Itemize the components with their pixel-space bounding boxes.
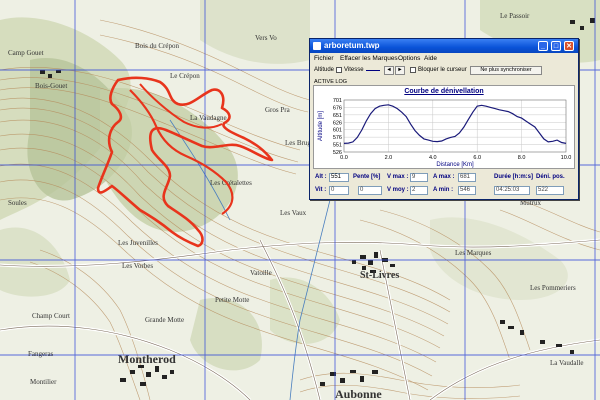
alt-label: Alt : (315, 174, 327, 180)
menu-aide[interactable]: Aide (424, 54, 437, 64)
x-tick-label: 4.0 (429, 155, 437, 161)
vit-value: 0 (329, 186, 349, 195)
amin-value: 546 (458, 186, 476, 195)
deniv-label: Déni. pos. (536, 174, 565, 180)
y-tick-label: 626 (333, 120, 342, 126)
menu-fichier[interactable]: Fichier (314, 54, 334, 64)
map-label: Le Passoir (500, 12, 530, 20)
map-label: Gros Pra (265, 106, 291, 114)
pente-label: Pente [%] (353, 174, 381, 180)
map-label: La Vaudalle (550, 359, 584, 367)
duree-label: Durée [h:m:s] (494, 174, 534, 180)
map-label: Vatoille (250, 269, 272, 277)
x-tick-label: 6.0 (473, 155, 481, 161)
maximize-button[interactable]: □ (551, 41, 561, 51)
bloquer-label: Bloquer le curseur (418, 67, 467, 73)
amax-label: A max : (433, 174, 455, 180)
amax-value: 681 (458, 173, 476, 182)
window-title: arboretum.twp (324, 41, 380, 50)
vmax-label: V max : (387, 174, 409, 180)
map-label: Vers Vo (255, 34, 277, 42)
x-tick-label: 0.0 (340, 155, 348, 161)
x-tick-label: 2.0 (385, 155, 393, 161)
map-label: Mutrux (520, 199, 542, 207)
map-label: Bois-Gouet (35, 82, 67, 90)
menu-options[interactable]: Options (398, 54, 420, 64)
vmoy-label: V moy : (387, 187, 409, 193)
map-label: Les Crétalettes (210, 179, 252, 187)
map-label: Le Crépon (170, 72, 200, 80)
y-tick-label: 701 (333, 98, 342, 104)
map-label: Camp Gouet (8, 49, 44, 57)
y-tick-label: 551 (333, 143, 342, 149)
deniv-value: 522 (536, 186, 564, 195)
elevation-chart[interactable]: 526551576601626651676701 0.0 2.0 4.0 6.0 8.0… (314, 86, 574, 168)
minimize-button[interactable]: _ (538, 41, 548, 51)
vitesse-label: Vitesse (344, 67, 364, 73)
pente-value: 0 (358, 186, 382, 195)
vitesse-checkbox[interactable] (336, 67, 342, 73)
prev-arrow-button[interactable]: ◄ (384, 66, 394, 75)
menu-effacer-marques[interactable]: Effacer les Marques (340, 54, 398, 64)
amin-label: A min : (433, 187, 454, 193)
map-label: Les Pommeriers (530, 284, 576, 292)
status-panel: Alt : 551 Pente [%] V max : 9 A max : 68… (313, 172, 575, 198)
y-tick-label: 651 (333, 113, 342, 119)
next-arrow-button[interactable]: ► (395, 66, 405, 75)
close-button[interactable]: ✕ (564, 41, 574, 51)
map-label: Montilier (30, 378, 57, 386)
line-style-swatch[interactable] (366, 70, 380, 71)
altitude-label: Altitude (314, 67, 335, 73)
alt-value: 551 (329, 173, 349, 182)
map-label: Soules (8, 199, 27, 207)
x-axis-label: Distance [Km] (436, 162, 474, 168)
map-label-town: Aubonne (335, 387, 382, 400)
map-label: Grande Motte (145, 316, 184, 324)
y-axis-label: Altitude [m] (318, 111, 324, 141)
y-tick-label: 576 (333, 135, 342, 141)
map-label: Les Marques (455, 249, 492, 257)
sync-button[interactable]: Ne plus synchroniser (470, 66, 542, 75)
elevation-line (343, 104, 567, 144)
map-label: Les Juvenilles (118, 239, 158, 247)
map-label: Les Vaux (280, 209, 307, 217)
y-tick-label: 676 (333, 105, 342, 111)
map-label: Les Vorbes (122, 262, 153, 270)
profile-window[interactable]: arboretum.twp _ □ ✕ Fichier Effacer les … (309, 38, 579, 200)
x-tick-label: 8.0 (518, 155, 526, 161)
map-label: Fangeras (28, 350, 54, 358)
bloquer-checkbox[interactable] (410, 67, 416, 73)
map-label: Petite Motte (215, 296, 249, 304)
elevation-chart-panel: Courbe de dénivellation 526 551 576 601 626 6… (313, 85, 575, 169)
x-tick-label: 10.0 (561, 155, 572, 161)
y-tick-label: 601 (333, 128, 342, 134)
vmoy-value: 2 (410, 186, 428, 195)
vit-label: Vit : (315, 187, 327, 193)
app-icon (313, 42, 321, 50)
map-label-town: Montherod (118, 352, 176, 366)
vmax-value: 9 (410, 173, 428, 182)
map-label-town: St-Livres (360, 270, 399, 281)
map-label: Bois du Crépon (135, 42, 179, 50)
toolbar: Altitude Vitesse ◄ ► Bloquer le curseur … (310, 65, 578, 77)
title-bar[interactable]: arboretum.twp _ □ ✕ (310, 39, 578, 53)
map-label: La Vaudagne (190, 114, 227, 122)
map-label: Champ Court (32, 312, 70, 320)
menu-bar: Fichier Effacer les Marques Options Aide (310, 54, 578, 64)
duree-value: 04:25:03 (494, 186, 530, 195)
